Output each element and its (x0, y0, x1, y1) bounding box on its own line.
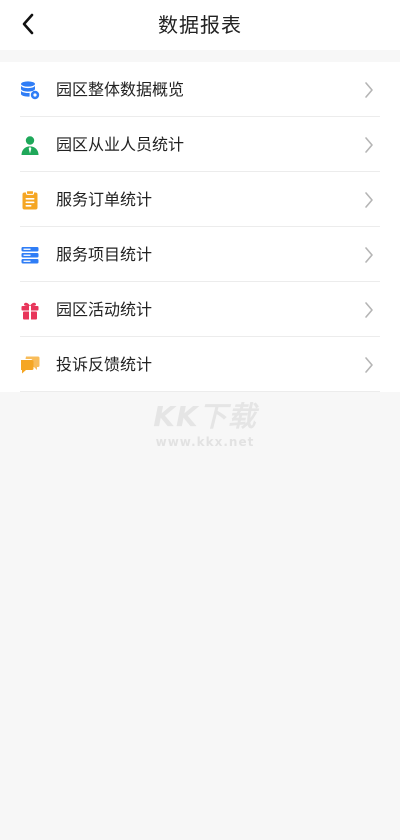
menu-item-activity-stats[interactable]: 园区活动统计 (0, 282, 400, 337)
menu-item-label: 园区整体数据概览 (56, 80, 185, 99)
menu-item-label: 服务订单统计 (56, 190, 153, 209)
chevron-right-icon (365, 247, 373, 263)
chevron-right-icon (365, 357, 373, 373)
watermark-logo: KK下载 (153, 400, 257, 433)
top-bar: 数据报表 (0, 0, 400, 50)
clipboard-icon (22, 190, 38, 210)
watermark-url: www.kkx.net (155, 435, 255, 449)
menu-item-staff-stats[interactable]: 园区从业人员统计 (0, 117, 400, 172)
chevron-right-icon (365, 137, 373, 153)
database-gear-icon (21, 81, 40, 100)
menu-item-label: 投诉反馈统计 (56, 355, 153, 374)
watermark: KK下载 www.kkx.net (140, 395, 270, 455)
menu-item-service-stats[interactable]: 服务项目统计 (0, 227, 400, 282)
person-icon (21, 136, 39, 155)
chevron-right-icon (365, 302, 373, 318)
menu-item-park-overview[interactable]: 园区整体数据概览 (0, 62, 400, 117)
page-title: 数据报表 (158, 13, 242, 37)
menu-item-label: 服务项目统计 (56, 245, 153, 264)
menu-item-complaint-stats[interactable]: 投诉反馈统计 (0, 337, 400, 392)
divider (20, 391, 380, 392)
server-list-icon (21, 247, 39, 264)
gift-icon (21, 302, 39, 320)
chat-bubbles-icon (21, 356, 40, 374)
report-menu: 园区整体数据概览 园区从业人员统计 服务订单统计 服务项目统计 园区活动统计 投… (0, 62, 400, 392)
menu-item-order-stats[interactable]: 服务订单统计 (0, 172, 400, 227)
chevron-right-icon (365, 82, 373, 98)
chevron-right-icon (365, 192, 373, 208)
menu-item-label: 园区从业人员统计 (56, 135, 185, 154)
menu-item-label: 园区活动统计 (56, 300, 153, 319)
